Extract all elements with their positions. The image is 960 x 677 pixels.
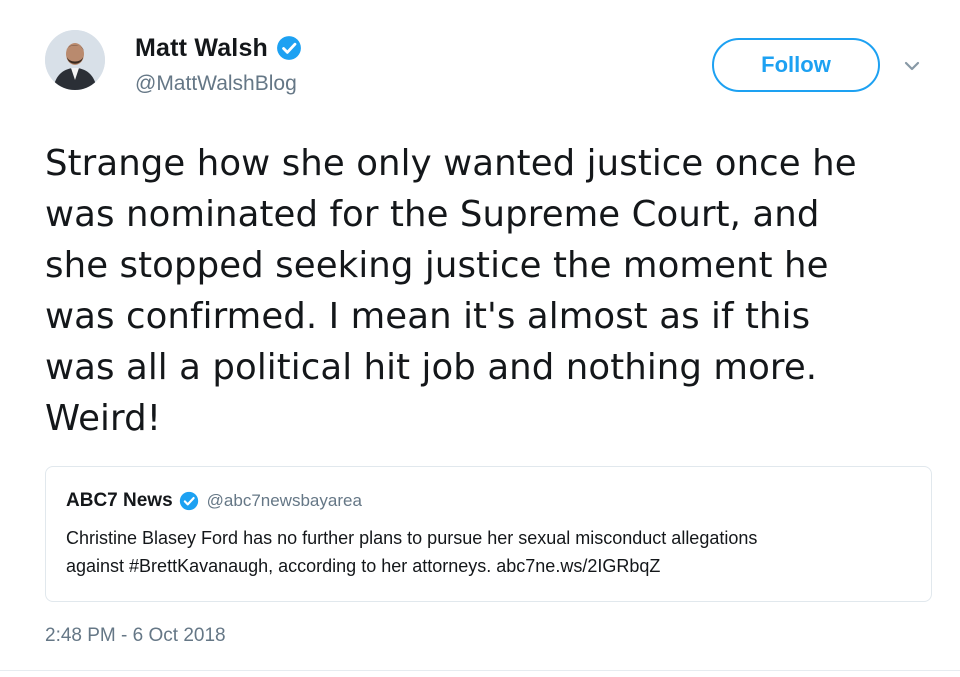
- tweet-text-line: she stopped seeking justice the moment h…: [45, 245, 829, 286]
- tweet-card: Matt Walsh @MattWalshBlog Follow Strange…: [0, 0, 960, 677]
- author-display-name[interactable]: Matt Walsh: [135, 34, 268, 63]
- author-handle[interactable]: @MattWalshBlog: [135, 72, 302, 96]
- tweet-text: Strange how she only wanted justice once…: [45, 138, 925, 444]
- quoted-text-line: against #BrettKavanaugh, according to he…: [66, 556, 661, 576]
- quoted-tweet-card[interactable]: ABC7 News @abc7newsbayarea Christine Bla…: [45, 466, 932, 602]
- tweet-text-line: Strange how she only wanted justice once…: [45, 143, 857, 184]
- tweet-text-line: was all a political hit job and nothing …: [45, 347, 818, 388]
- quoted-author-name: ABC7 News: [66, 490, 173, 511]
- quoted-tweet-header: ABC7 News @abc7newsbayarea: [66, 487, 909, 515]
- author-name-row: Matt Walsh: [135, 28, 302, 68]
- author-info: Matt Walsh @MattWalshBlog: [135, 28, 302, 96]
- tweet-text-line: Weird!: [45, 398, 162, 439]
- verified-badge-icon: [179, 491, 198, 511]
- tweet-text-line: was nominated for the Supreme Court, and: [45, 194, 820, 235]
- follow-button[interactable]: Follow: [712, 38, 880, 92]
- tweet-timestamp[interactable]: 2:48 PM - 6 Oct 2018: [45, 625, 226, 647]
- quoted-tweet-text: Christine Blasey Ford has no further pla…: [66, 524, 926, 580]
- quoted-text-line: Christine Blasey Ford has no further pla…: [66, 528, 758, 548]
- quoted-author-handle: @abc7newsbayarea: [206, 491, 362, 510]
- verified-badge-icon: [277, 36, 301, 60]
- author-avatar[interactable]: [45, 30, 105, 90]
- tweet-text-line: was confirmed. I mean it's almost as if …: [45, 296, 811, 337]
- chevron-down-icon[interactable]: [902, 56, 922, 76]
- divider: [0, 670, 960, 671]
